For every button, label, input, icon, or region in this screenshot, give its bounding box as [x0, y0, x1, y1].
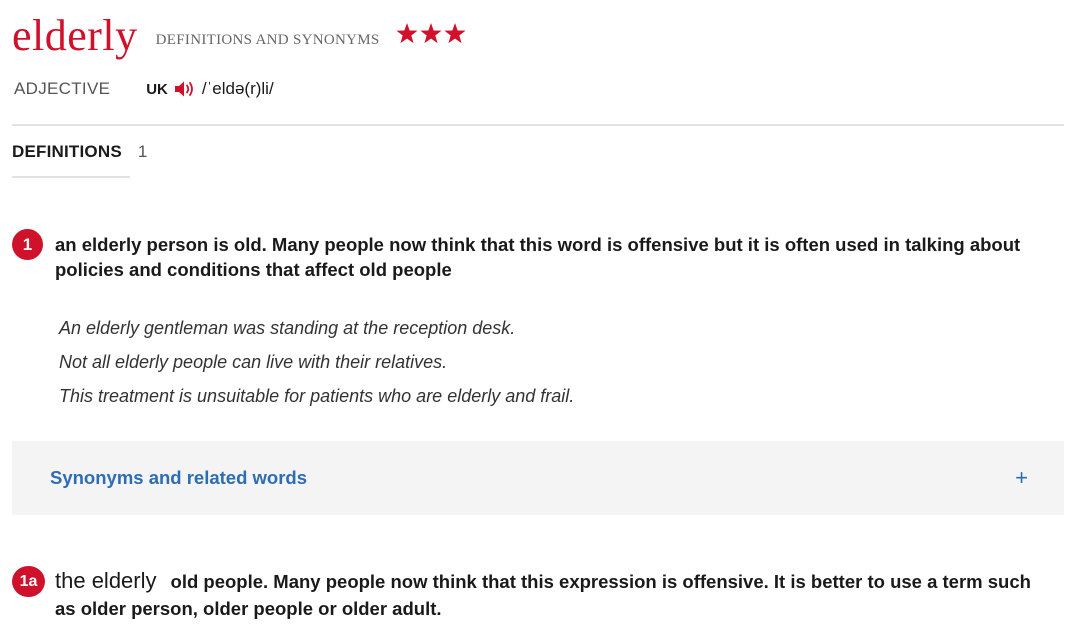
sense-number-badge: 1a	[12, 566, 45, 597]
headword: elderly	[12, 11, 138, 60]
tab-underline	[12, 176, 130, 178]
entry-meta: ADJECTIVE UK /ˈeldə(r)li/	[14, 79, 274, 99]
region-label: UK	[146, 80, 168, 98]
entry-header: elderly DEFINITIONS AND SYNONYMS	[12, 14, 466, 58]
star-icon	[443, 23, 466, 44]
pronunciation: /ˈeldə(r)li/	[201, 79, 274, 98]
sense-phrase: the elderly	[55, 568, 157, 593]
synonyms-toggle[interactable]: Synonyms and related words +	[12, 441, 1064, 515]
plus-icon[interactable]: +	[1015, 465, 1028, 491]
sense-1: 1 an elderly person is old. Many people …	[12, 229, 1052, 282]
sense-definition: an elderly person is old. Many people no…	[55, 234, 1021, 280]
sense-body: the elderly old people. Many people now t…	[55, 566, 1052, 622]
sense-1a: 1a the elderly old people. Many people no…	[12, 566, 1052, 622]
speaker-icon[interactable]	[174, 80, 196, 98]
star-icon	[395, 23, 418, 44]
sense-number-badge: 1	[12, 229, 43, 260]
header-divider	[12, 124, 1064, 126]
tab-definitions[interactable]: DEFINITIONS 1	[12, 142, 147, 162]
star-icon	[419, 23, 442, 44]
example-list: An elderly gentleman was standing at the…	[59, 311, 574, 413]
sense-definition: old people. Many people now think that t…	[55, 571, 1031, 619]
part-of-speech: ADJECTIVE	[14, 79, 111, 98]
synonyms-label: Synonyms and related words	[50, 467, 308, 488]
tab-label: DEFINITIONS	[12, 142, 122, 161]
example-sentence: This treatment is unsuitable for patient…	[59, 386, 575, 406]
tab-count: 1	[137, 142, 148, 161]
entry-subtitle: DEFINITIONS AND SYNONYMS	[155, 32, 380, 48]
example-sentence: An elderly gentleman was standing at the…	[59, 318, 516, 338]
example-sentence: Not all elderly people can live with the…	[59, 352, 448, 372]
frequency-stars	[395, 23, 466, 44]
